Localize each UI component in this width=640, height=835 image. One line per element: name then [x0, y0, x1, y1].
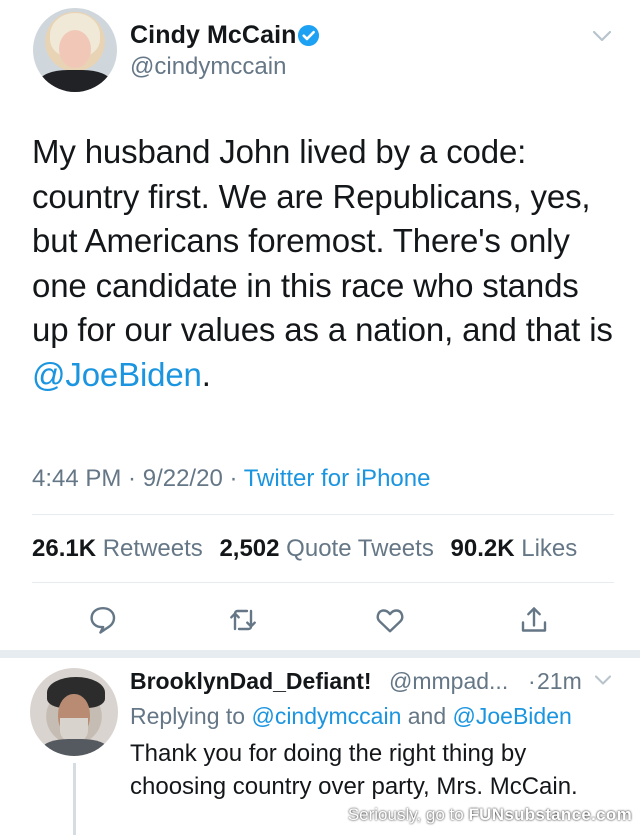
reply-author-name[interactable]: BrooklynDad_Defiant!: [130, 668, 372, 695]
meta-separator: ·: [121, 465, 143, 492]
reply-text: Thank you for doing the right thing by c…: [130, 740, 578, 800]
replying-label: Replying to: [130, 703, 246, 729]
reply-timestamp[interactable]: 21m: [537, 668, 582, 695]
thread-connector-line: [73, 763, 76, 835]
tweet-meta: 4:44 PM · 9/22/20 · Twitter for iPhone: [32, 465, 430, 493]
author-avatar[interactable]: [33, 8, 117, 92]
retweets-label[interactable]: Retweets: [103, 535, 203, 562]
reply-section-divider: [0, 650, 640, 658]
share-icon[interactable]: [518, 604, 550, 636]
retweet-count[interactable]: 26.1K: [32, 535, 96, 562]
reply-time-separator: ·: [528, 668, 536, 694]
stats-bottom-divider: [32, 582, 614, 583]
replying-to-line: Replying to @cindymccain and @JoeBiden: [130, 703, 572, 730]
avatar-shoulders: [39, 70, 111, 92]
watermark-suffix: .com: [591, 805, 632, 824]
tweet-source[interactable]: Twitter for iPhone: [244, 465, 431, 492]
author-handle[interactable]: @cindymccain: [130, 53, 286, 81]
engagement-stats: 26.1K Retweets 2,502 Quote Tweets 90.2K …: [32, 535, 577, 563]
replying-and: and: [407, 703, 447, 729]
reply-author-avatar[interactable]: [30, 668, 118, 756]
verified-badge-icon: [297, 24, 320, 47]
likes-label[interactable]: Likes: [521, 535, 577, 562]
mention-joebiden[interactable]: @JoeBiden: [453, 703, 572, 729]
mention-cindymccain[interactable]: @cindymccain: [251, 703, 401, 729]
avatar-face: [59, 30, 91, 68]
like-count[interactable]: 90.2K: [451, 535, 515, 562]
watermark-fun: FUN: [468, 805, 505, 824]
tweet-text: My husband John lived by a code: country…: [32, 130, 622, 397]
stats-top-divider: [32, 514, 614, 515]
tweet-end-period: .: [201, 355, 211, 393]
like-icon[interactable]: [374, 604, 406, 636]
watermark-brand: FUNsubstance.com: [468, 805, 632, 824]
reply-author-handle[interactable]: @mmpad...: [389, 668, 508, 695]
mention-joebiden[interactable]: @JoeBiden: [32, 356, 202, 393]
reply-icon[interactable]: [87, 604, 119, 636]
tweet-date: 9/22/20: [142, 465, 223, 492]
site-watermark: Seriously, go to FUNsubstance.com: [348, 805, 632, 830]
quote-tweets-label[interactable]: Quote Tweets: [286, 535, 434, 562]
retweet-icon[interactable]: [227, 604, 259, 636]
watermark-prefix: Seriously, go to: [347, 805, 464, 824]
tweet-time: 4:44 PM: [32, 465, 122, 492]
chevron-down-icon[interactable]: [594, 674, 612, 686]
quote-tweet-count[interactable]: 2,502: [219, 535, 279, 562]
watermark-brand-rest: substance: [504, 805, 592, 824]
author-name[interactable]: Cindy McCain: [130, 21, 297, 50]
avatar-jacket: [42, 739, 108, 756]
tweet-body: My husband John lived by a code: country…: [32, 133, 613, 348]
chevron-down-icon[interactable]: [592, 29, 612, 43]
meta-separator: ·: [222, 465, 244, 492]
